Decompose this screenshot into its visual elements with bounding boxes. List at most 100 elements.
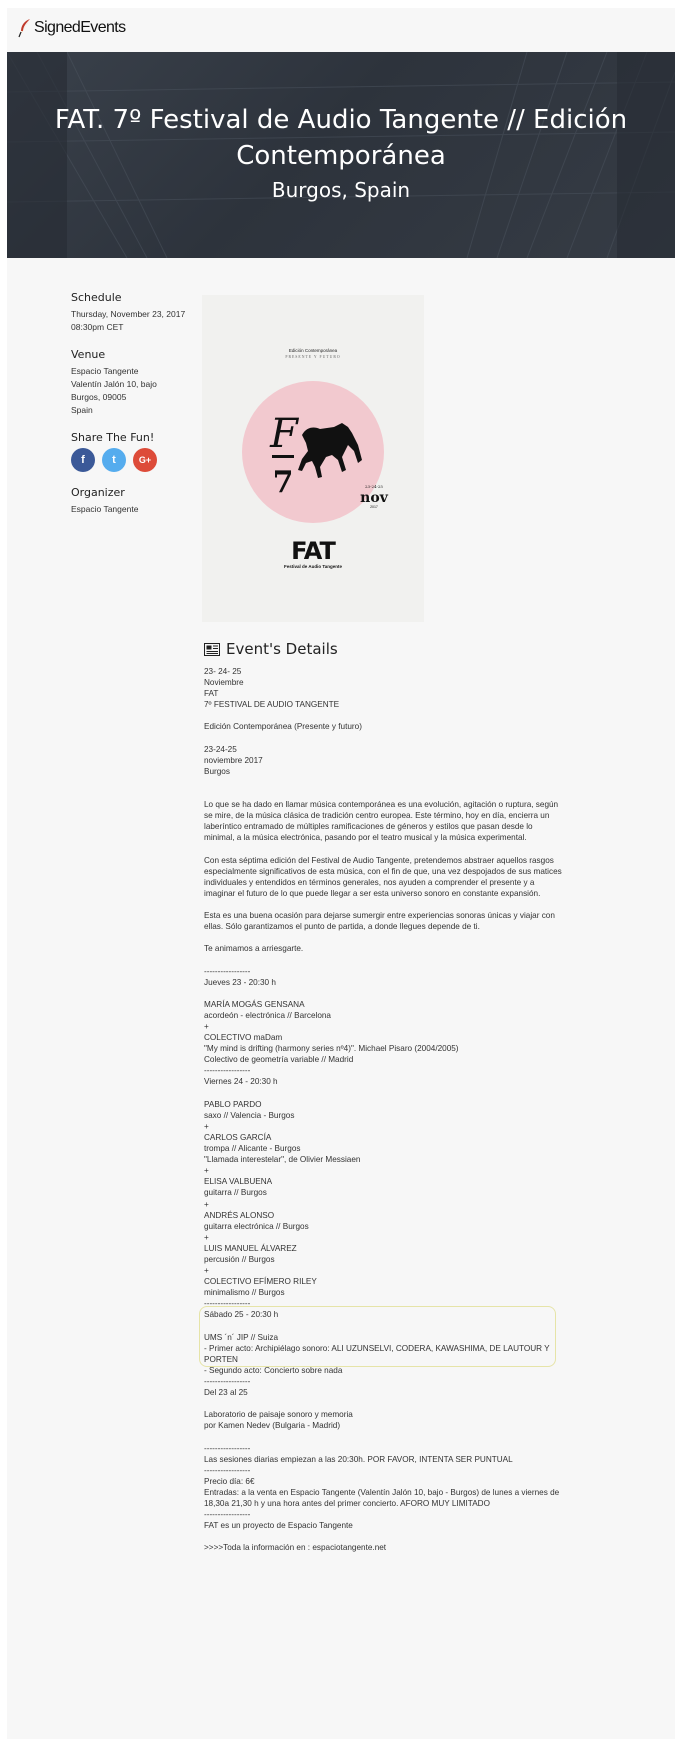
event-details: Event's Details 23- 24- 25 Noviembre FAT 7º… [204,640,564,1554]
brand-name: SignedEvents [34,19,126,36]
details-line: CARLOS GARCÍA [204,1132,272,1142]
facebook-share-button[interactable]: f [71,448,95,472]
details-line [204,777,564,788]
details-line: Precio día: 6€ [204,1476,255,1486]
google-plus-share-button[interactable]: G+ [133,448,157,472]
details-line: saxo // Valencia - Burgos [204,1110,295,1120]
twitter-icon: t [112,454,116,466]
details-line: ----------------- [204,1377,251,1386]
details-line: MARÍA MOGÁS GENSANA [204,999,305,1009]
details-line: Las sesiones diarias empiezan a las 20:3… [204,1454,513,1464]
details-line: trompa // Alicante - Burgos [204,1144,301,1154]
details-line: ----------------- [204,966,251,976]
venue-line: Burgos, 09005 [71,392,127,402]
details-line: ----------------- [204,1066,251,1076]
details-line: "Llamada interestelar", de Olivier Messi… [204,1155,361,1165]
details-line: COLECTIVO EFÍMERO RILEY [204,1277,317,1287]
poster-dates: 23-24-25 [365,484,383,489]
twitter-share-button[interactable]: t [102,448,126,472]
details-line [204,1431,564,1442]
details-line [204,1088,564,1099]
details-line: Con esta séptima edición del Festival de… [204,855,565,898]
details-line [204,988,564,999]
schedule-section: Schedule Thursday, November 23, 2017 08:… [71,291,191,334]
details-line: + [204,1022,209,1031]
schedule-time: 08:30pm CET [71,322,124,332]
details-line: 23-24-25 [204,744,237,754]
event-sidebar: Schedule Thursday, November 23, 2017 08:… [71,291,191,530]
details-line: Jueves 23 - 20:30 h [204,977,276,987]
details-line: ----------------- [204,1510,251,1520]
details-line: LUIS MANUEL ÁLVAREZ [204,1243,297,1253]
details-line: ANDRÉS ALONSO [204,1210,275,1220]
details-line: + [204,1121,209,1131]
details-line: Lo que se ha dado en llamar música conte… [204,800,561,843]
venue-heading: Venue [71,348,106,361]
schedule-heading: Schedule [71,291,122,304]
page: SignedEvents FAT. 7º Festival de Audio T… [7,8,675,1739]
event-location: Burgos, Spain [271,178,411,202]
organizer-name: Espacio Tangente [71,504,139,514]
details-header: Event's Details [204,640,564,658]
organizer-section: Organizer Espacio Tangente [71,486,191,516]
details-line: por Kamen Nedev (Bulgaria - Madrid) [204,1421,341,1431]
quill-icon [18,19,30,38]
details-line: ----------------- [204,1443,251,1453]
details-line [204,788,564,799]
details-line [204,710,564,721]
details-line: Esta es una buena ocasión para dejarse s… [204,911,558,932]
poster-fraction-bar [272,455,294,458]
details-line [204,899,564,910]
details-line: Colectivo de geometría variable // Madri… [204,1055,354,1065]
details-line: + [204,1232,209,1242]
poster-f-letter: F [269,411,299,457]
details-line [204,844,564,855]
details-line: minimalismo // Burgos [204,1288,285,1298]
details-line: FAT [204,689,219,699]
details-body: 23- 24- 25 Noviembre FAT 7º FESTIVAL DE AUD… [204,666,564,1554]
details-line [204,733,564,744]
poster-caption: Festival de Audio Tangente [284,564,343,569]
details-line: - Primer acto: Archipiélago sonoro: ALI … [204,1343,552,1364]
poster-artwork: Edición Contemporánea PRESENTE Y FUTURO … [202,295,424,622]
brand-logo[interactable]: SignedEvents [18,18,126,38]
details-line: guitarra electrónica // Burgos [204,1221,309,1231]
details-line: Entradas: a la venta en Espacio Tangente… [204,1487,562,1509]
event-title: FAT. 7º Festival de Audio Tangente // Ed… [54,105,628,171]
details-line: UMS ´n´ JIP // Suiza [204,1332,279,1342]
details-line: Sábado 25 - 20:30 h [204,1310,279,1320]
details-line [204,932,564,943]
venue-line: Spain [71,405,93,415]
share-heading: Share The Fun! [71,431,155,444]
hero-banner: FAT. 7º Festival de Audio Tangente // Ed… [7,52,675,258]
details-line: COLECTIVO maDam [204,1033,283,1043]
poster-logo: FAT [291,537,336,565]
details-line: + [204,1166,209,1176]
schedule-date: Thursday, November 23, 2017 [71,309,186,319]
details-line: Burgos [204,766,230,776]
google-plus-icon: G+ [138,455,152,465]
poster-subtitle: PRESENTE Y FUTURO [285,355,340,359]
details-line: PABLO PARDO [204,1099,262,1109]
venue-line: Espacio Tangente [71,366,139,376]
venue-line: Valentín Jalón 10, bajo [71,379,157,389]
details-line: "My mind is drifting (harmony series nº4… [204,1044,459,1054]
details-line [204,1321,564,1332]
poster-edition: Edición Contemporánea [289,348,338,353]
details-line: noviembre 2017 [204,755,263,765]
details-line: ----------------- [204,1299,251,1309]
details-heading: Event's Details [226,640,338,658]
share-buttons: f t G+ [71,448,191,472]
share-section: Share The Fun! f t G+ [71,431,191,472]
details-line: Laboratorio de paisaje sonoro y memoria [204,1410,353,1420]
details-line: Edición Contemporánea (Presente y futuro… [204,722,362,732]
details-line: guitarra // Burgos [204,1188,267,1198]
organizer-heading: Organizer [71,486,125,499]
details-line: 23- 24- 25 [204,667,242,676]
poster-month: nov [360,490,389,506]
navbar: SignedEvents [7,8,675,52]
details-line: acordeón - electrónica // Barcelona [204,1010,331,1020]
details-line [204,1398,564,1409]
newspaper-icon [204,642,220,656]
details-line [204,1531,564,1542]
